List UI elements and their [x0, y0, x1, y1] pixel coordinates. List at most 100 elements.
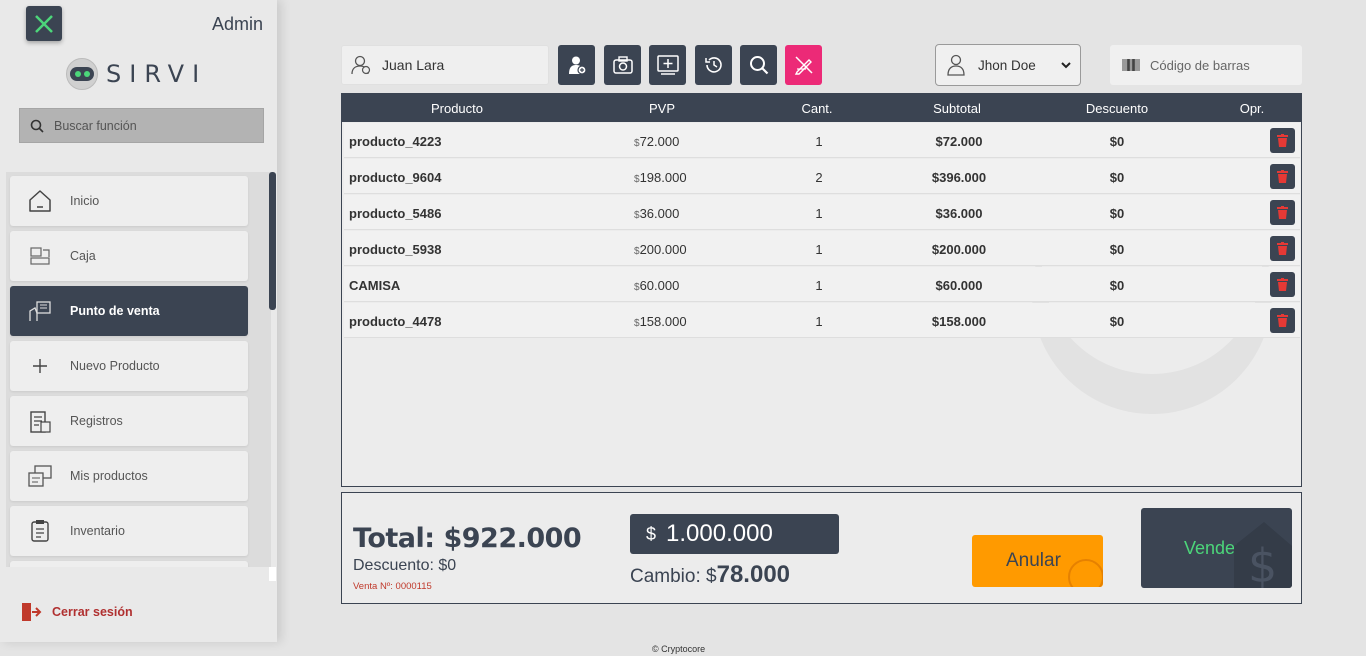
sidebar: Admin SIRVI Buscar función Inicio Caja P… — [0, 0, 277, 642]
change-label-text: Cambio: $ — [630, 566, 717, 587]
logout-button[interactable]: Cerrar sesión — [20, 602, 133, 622]
barcode-input[interactable] — [1150, 57, 1290, 73]
cell-pvp: $198.000 — [634, 170, 687, 185]
cell-descuento[interactable]: $0 — [1102, 242, 1132, 257]
add-window-icon — [656, 55, 679, 75]
table-row: producto_4223 $72.000 1 $72.000 $0 — [344, 123, 1300, 158]
cell-descuento[interactable]: $0 — [1102, 134, 1132, 149]
cell-descuento[interactable]: $0 — [1102, 278, 1132, 293]
sale-number: Venta Nº: 0000115 — [353, 581, 432, 592]
sidebar-item-caja[interactable]: Caja — [10, 231, 248, 281]
cell-pvp: $72.000 — [634, 134, 679, 149]
search-button[interactable] — [740, 45, 777, 85]
change-value: 78.000 — [716, 561, 791, 588]
cell-descuento[interactable]: $0 — [1102, 314, 1132, 329]
sidebar-item-label: Punto de venta — [70, 304, 160, 318]
cell-subtotal: $60.000 — [935, 278, 983, 293]
cash-received-input[interactable]: $ 1.000.000 — [630, 514, 839, 554]
cell-cant[interactable]: 1 — [814, 242, 824, 257]
pvp-value: 60.000 — [639, 278, 680, 293]
delete-row-button[interactable] — [1270, 236, 1295, 261]
delete-row-button[interactable] — [1270, 164, 1295, 189]
sidebar-item-label: Registros — [70, 414, 123, 428]
svg-text:$: $ — [1248, 539, 1277, 588]
pvp-value: 72.000 — [639, 134, 680, 149]
logo-text: SIRVI — [106, 60, 208, 88]
records-icon — [10, 408, 70, 434]
client-input[interactable] — [382, 57, 532, 73]
cell-cant[interactable]: 2 — [814, 170, 824, 185]
delete-row-button[interactable] — [1270, 200, 1295, 225]
trash-icon — [1277, 242, 1288, 255]
sidebar-item-punto-de-venta[interactable]: Punto de venta — [10, 286, 248, 336]
pen-off-icon — [794, 56, 813, 75]
cell-producto: producto_4223 — [349, 134, 442, 149]
trash-icon — [1277, 134, 1288, 147]
cell-subtotal: $396.000 — [931, 170, 987, 185]
cell-cant[interactable]: 1 — [814, 206, 824, 221]
close-icon — [35, 14, 53, 33]
dollar-sign-icon: $ — [1234, 522, 1292, 588]
cell-subtotal: $72.000 — [935, 134, 983, 149]
function-search-placeholder: Buscar función — [54, 118, 137, 133]
cash-amount: 1.000.000 — [666, 520, 773, 547]
cell-producto: CAMISA — [349, 278, 401, 293]
client-field[interactable] — [341, 45, 549, 85]
sidebar-item-label: Mis productos — [70, 469, 148, 483]
cell-descuento[interactable]: $0 — [1102, 170, 1132, 185]
table-row: producto_5486 $36.000 1 $36.000 $0 — [344, 195, 1300, 230]
search-icon — [30, 119, 44, 133]
sidebar-item-inicio[interactable]: Inicio — [10, 176, 248, 226]
sidebar-scrollbar[interactable] — [269, 172, 276, 310]
seller-value: Jhon Doe — [978, 57, 1036, 73]
sidebar-item-registros[interactable]: Registros — [10, 396, 248, 446]
logout-label: Cerrar sesión — [52, 605, 133, 619]
seller-select[interactable]: Jhon Doe — [935, 44, 1081, 86]
history-button[interactable] — [695, 45, 732, 85]
add-window-button[interactable] — [649, 45, 686, 85]
camera-icon — [612, 56, 633, 74]
cell-cant[interactable]: 1 — [814, 134, 824, 149]
pvp-value: 158.000 — [639, 314, 687, 329]
cell-cant[interactable]: 1 — [814, 314, 824, 329]
delete-row-button[interactable] — [1270, 128, 1295, 153]
robot-logo-icon — [66, 58, 98, 90]
cell-producto: producto_4478 — [349, 314, 442, 329]
add-client-icon — [568, 56, 587, 75]
home-icon — [10, 188, 70, 214]
no-sign-button[interactable] — [785, 45, 822, 85]
sidebar-scrollbar-end — [269, 567, 276, 581]
close-menu-button[interactable] — [26, 6, 62, 41]
delete-row-button[interactable] — [1270, 308, 1295, 333]
cancel-sale-button[interactable]: Anular — [972, 535, 1103, 587]
sidebar-item-partial[interactable] — [10, 561, 248, 567]
add-client-button[interactable] — [558, 45, 595, 85]
cell-descuento[interactable]: $0 — [1102, 206, 1132, 221]
sidebar-item-mis-productos[interactable]: Mis productos — [10, 451, 248, 501]
sidebar-item-inventario[interactable]: Inventario — [10, 506, 248, 556]
search-icon — [749, 56, 768, 75]
sidebar-menu: Inicio Caja Punto de venta Nuevo Product… — [6, 172, 271, 567]
cell-cant[interactable]: 1 — [814, 278, 824, 293]
products-icon — [10, 464, 70, 488]
point-of-sale-icon — [10, 299, 70, 323]
trash-icon — [1277, 206, 1288, 219]
table-row: CAMISA $60.000 1 $60.000 $0 — [344, 267, 1300, 302]
copyright: © Cryptocore — [652, 644, 706, 654]
delete-row-button[interactable] — [1270, 272, 1295, 297]
function-search-input[interactable]: Buscar función — [19, 108, 264, 143]
barcode-field[interactable] — [1110, 45, 1302, 85]
sidebar-item-label: Caja — [70, 249, 96, 263]
sell-button[interactable]: Vender $ — [1141, 508, 1292, 588]
header-descuento: Descuento — [1085, 101, 1149, 116]
cash-currency-symbol: $ — [646, 523, 657, 544]
camera-button[interactable] — [604, 45, 641, 85]
header-pvp: PVP — [648, 101, 675, 116]
total-label: Total: $922.000 — [353, 523, 582, 554]
change-label: Cambio: $78.000 — [630, 561, 790, 589]
sidebar-item-nuevo-producto[interactable]: Nuevo Producto — [10, 341, 248, 391]
sidebar-item-label: Nuevo Producto — [70, 359, 160, 373]
seller-icon — [947, 54, 965, 76]
cell-producto: producto_9604 — [349, 170, 442, 185]
cancel-sale-label: Anular — [1006, 550, 1061, 571]
